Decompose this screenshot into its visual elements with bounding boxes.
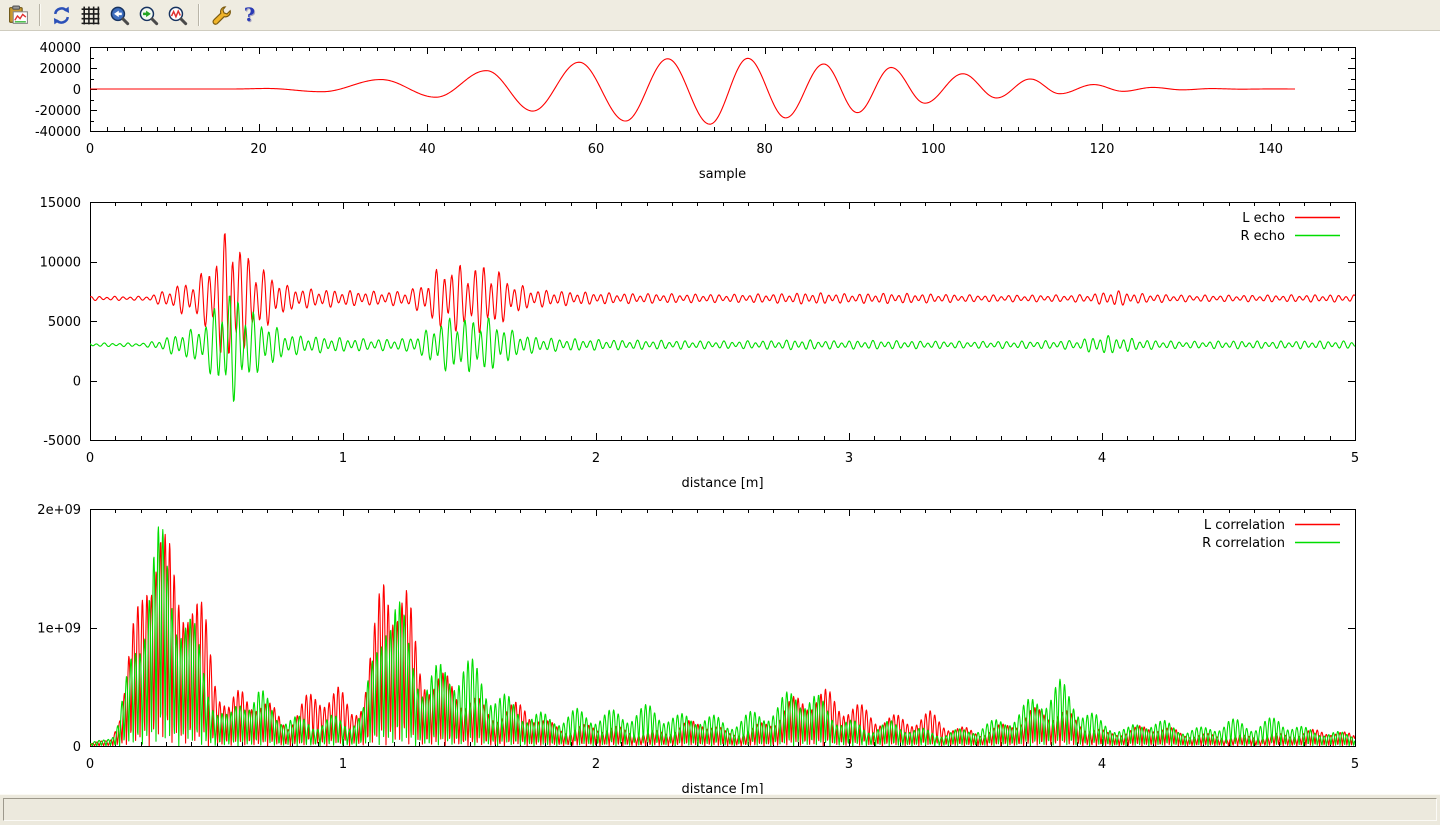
replot-button[interactable] — [48, 2, 75, 28]
grid-icon — [80, 5, 101, 26]
help-icon: ? — [244, 6, 255, 25]
help-button[interactable]: ? — [236, 2, 263, 28]
toolbar-separator — [39, 4, 41, 26]
zoom-previous-icon — [109, 5, 130, 26]
status-bar — [0, 794, 1440, 825]
correlation-plot-area[interactable] — [0, 503, 1440, 793]
copy-clipboard-icon — [8, 5, 29, 26]
echo-plot-area[interactable] — [0, 196, 1440, 496]
autoscale-icon — [167, 5, 188, 26]
zoom-next-icon — [138, 5, 159, 26]
zoom-next-button[interactable] — [135, 2, 162, 28]
copy-clipboard-button[interactable] — [5, 2, 32, 28]
replot-refresh-icon — [51, 5, 72, 26]
zoom-previous-button[interactable] — [106, 2, 133, 28]
autoscale-button[interactable] — [164, 2, 191, 28]
pulse-plot-area[interactable] — [0, 41, 1440, 191]
toolbar: ? — [0, 0, 1440, 31]
configure-wrench-icon — [210, 5, 231, 26]
status-field — [3, 798, 1437, 821]
configure-button[interactable] — [207, 2, 234, 28]
toggle-grid-button[interactable] — [77, 2, 104, 28]
toolbar-separator — [198, 4, 200, 26]
gnuplot-window: ? — [0, 0, 1440, 825]
plot-surface — [0, 31, 1440, 794]
